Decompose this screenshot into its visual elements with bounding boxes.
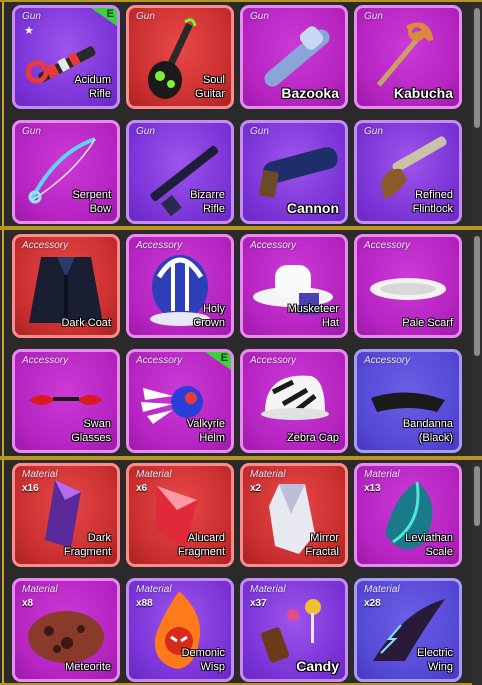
item-category: Gun [22, 126, 41, 137]
item-category: Material [136, 584, 172, 595]
guns-scrollbar[interactable] [472, 4, 482, 226]
item-category: Accessory [22, 240, 69, 251]
item-category: Accessory [364, 355, 411, 366]
item-slot[interactable]: Material x28 Electric Wing [354, 578, 462, 682]
item-name: Leviathan Scale [405, 532, 453, 558]
item-quantity: x37 [250, 598, 267, 609]
item-slot[interactable]: Accessory Zebra Cap [240, 349, 348, 453]
item-category: Gun [136, 11, 155, 22]
item-category: Accessory [136, 240, 183, 251]
item-slot[interactable]: Accessory Bandanna (Black) [354, 349, 462, 453]
item-slot[interactable]: Material x13 Leviathan Scale [354, 463, 462, 567]
item-category: Material [136, 469, 172, 480]
guns-scroll-thumb[interactable] [474, 8, 480, 128]
item-name: Musketeer Hat [287, 303, 339, 329]
item-name: Acidum Rifle [74, 74, 111, 100]
item-slot[interactable]: Accessory Dark Coat [12, 234, 120, 338]
item-name: Bazooka [281, 85, 339, 101]
item-category: Gun [250, 11, 269, 22]
accessories-scrollbar[interactable] [472, 232, 482, 456]
item-name: Soul Guitar [195, 74, 225, 100]
item-category: Gun [364, 11, 383, 22]
item-slot[interactable]: Material x37 Candy [240, 578, 348, 682]
item-name: Cannon [286, 200, 339, 216]
inventory-grid: Gun ★ E Acidum Rifle Gun Soul Guitar Gun Bazook… [12, 0, 468, 685]
item-category: Gun [136, 126, 155, 137]
item-category: Accessory [364, 240, 411, 251]
item-name: Alucard Fragment [177, 532, 225, 558]
item-name: Mirror Fractal [305, 532, 339, 558]
item-category: Accessory [250, 355, 297, 366]
item-name: Demonic Wisp [181, 647, 225, 673]
item-slot[interactable]: Accessory E Valkyrie Helm [126, 349, 234, 453]
favorite-star-icon: ★ [24, 25, 34, 37]
materials-scrollbar[interactable] [472, 462, 482, 685]
item-slot[interactable]: Gun Cannon [240, 120, 348, 224]
item-category: Gun [364, 126, 383, 137]
item-name: Zebra Cap [287, 432, 339, 444]
item-slot[interactable]: Material x6 Alucard Fragment [126, 463, 234, 567]
accessories-scroll-thumb[interactable] [474, 236, 480, 356]
item-category: Gun [22, 11, 41, 22]
item-name: Serpent Bow [72, 189, 111, 215]
item-name: Bandanna (Black) [402, 418, 453, 444]
item-slot[interactable]: Accessory Swan Glasses [12, 349, 120, 453]
item-name: Valkyrie Helm [186, 418, 225, 444]
item-name: Electric Wing [416, 647, 453, 673]
item-quantity: x2 [250, 483, 262, 494]
item-slot[interactable]: Material x8 Meteorite [12, 578, 120, 682]
item-name: Holy Crown [193, 303, 225, 329]
item-quantity: x88 [136, 598, 153, 609]
item-slot[interactable]: Material x2 Mirror Fractal [240, 463, 348, 567]
item-slot[interactable]: Material x88 Demonic Wisp [126, 578, 234, 682]
item-name: Kabucha [393, 85, 453, 101]
item-quantity: x8 [22, 598, 34, 609]
item-slot[interactable]: Gun ★ E Acidum Rifle [12, 5, 120, 109]
item-category: Accessory [22, 355, 69, 366]
item-name: Swan Glasses [71, 418, 111, 444]
item-quantity: x28 [364, 598, 381, 609]
item-category: Material [364, 584, 400, 595]
item-slot[interactable]: Accessory Pale Scarf [354, 234, 462, 338]
item-slot[interactable]: Gun Bazooka [240, 5, 348, 109]
item-slot[interactable]: Material x16 Dark Fragment [12, 463, 120, 567]
item-quantity: x13 [364, 483, 381, 494]
item-slot[interactable]: Accessory Musketeer Hat [240, 234, 348, 338]
item-category: Gun [250, 126, 269, 137]
materials-scroll-thumb[interactable] [474, 466, 480, 526]
item-quantity: x16 [22, 483, 39, 494]
item-slot[interactable]: Gun Bizarre Rifle [126, 120, 234, 224]
item-category: Material [250, 469, 286, 480]
item-category: Material [22, 469, 58, 480]
item-slot[interactable]: Gun Refined Flintlock [354, 120, 462, 224]
item-name: Dark Fragment [63, 532, 111, 558]
item-slot[interactable]: Gun Soul Guitar [126, 5, 234, 109]
item-slot[interactable]: Gun Kabucha [354, 5, 462, 109]
item-category: Accessory [250, 240, 297, 251]
item-category: Material [22, 584, 58, 595]
equipped-badge-label: E [220, 352, 228, 364]
item-quantity: x6 [136, 483, 148, 494]
item-name: Dark Coat [61, 317, 111, 329]
item-name: Bizarre Rifle [190, 189, 225, 215]
item-category: Material [364, 469, 400, 480]
item-name: Pale Scarf [402, 317, 453, 329]
item-slot[interactable]: Gun Serpent Bow [12, 120, 120, 224]
item-category: Accessory [136, 355, 183, 366]
item-name: Meteorite [65, 661, 111, 673]
equipped-badge-label: E [106, 8, 114, 20]
item-category: Material [250, 584, 286, 595]
item-name: Candy [296, 658, 339, 674]
item-name: Refined Flintlock [412, 189, 453, 215]
item-slot[interactable]: Accessory Holy Crown [126, 234, 234, 338]
